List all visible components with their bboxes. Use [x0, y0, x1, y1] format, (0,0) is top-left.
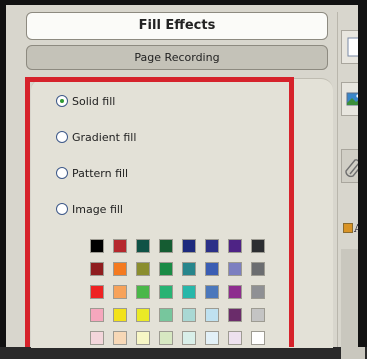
color-swatch[interactable]	[136, 262, 150, 276]
color-swatch[interactable]	[228, 285, 242, 299]
color-swatch[interactable]	[182, 262, 196, 276]
color-swatch[interactable]	[251, 331, 265, 345]
radio-selected-icon[interactable]	[56, 95, 68, 107]
option-pattern-fill[interactable]: Pattern fill	[56, 165, 128, 181]
color-swatch[interactable]	[159, 308, 173, 322]
color-swatch[interactable]	[159, 262, 173, 276]
color-swatch[interactable]	[205, 285, 219, 299]
color-swatch[interactable]	[251, 308, 265, 322]
color-swatch[interactable]	[113, 308, 127, 322]
color-swatch[interactable]	[136, 285, 150, 299]
color-swatch[interactable]	[90, 331, 104, 345]
color-swatch[interactable]	[90, 308, 104, 322]
color-swatch[interactable]	[228, 239, 242, 253]
radio-icon[interactable]	[56, 203, 68, 215]
color-swatch[interactable]	[228, 331, 242, 345]
color-swatch[interactable]	[251, 262, 265, 276]
color-swatch[interactable]	[113, 331, 127, 345]
page-recording-button[interactable]: Page Recording	[26, 45, 328, 70]
color-swatch[interactable]	[205, 308, 219, 322]
radio-icon[interactable]	[56, 167, 68, 179]
color-swatch[interactable]	[251, 239, 265, 253]
color-swatch[interactable]	[90, 285, 104, 299]
grid-icon	[343, 223, 353, 233]
color-swatch[interactable]	[90, 239, 104, 253]
option-label: Gradient fill	[72, 130, 137, 144]
color-swatch[interactable]	[136, 308, 150, 322]
color-swatch[interactable]	[182, 285, 196, 299]
option-gradient-fill[interactable]: Gradient fill	[56, 129, 136, 145]
color-swatch[interactable]	[159, 239, 173, 253]
option-solid-fill[interactable]: Solid fill	[56, 93, 115, 109]
color-swatch[interactable]	[182, 331, 196, 345]
color-swatch[interactable]	[205, 239, 219, 253]
color-swatch[interactable]	[136, 331, 150, 345]
option-image-fill[interactable]: Image fill	[56, 201, 123, 217]
fill-effects-header-button[interactable]: Fill Effects	[26, 12, 328, 40]
color-swatch[interactable]	[228, 308, 242, 322]
color-swatch[interactable]	[113, 239, 127, 253]
color-swatch[interactable]	[90, 262, 104, 276]
color-swatch[interactable]	[205, 331, 219, 345]
option-label: Solid fill	[72, 94, 116, 108]
color-swatch[interactable]	[228, 262, 242, 276]
option-label: Pattern fill	[72, 166, 129, 180]
option-label: Image fill	[72, 202, 123, 216]
color-swatch[interactable]	[159, 285, 173, 299]
color-swatch[interactable]	[182, 239, 196, 253]
color-swatch[interactable]	[113, 285, 127, 299]
color-swatch[interactable]	[113, 262, 127, 276]
color-swatch[interactable]	[205, 262, 219, 276]
radio-icon[interactable]	[56, 131, 68, 143]
window-edge	[358, 0, 367, 347]
color-swatch[interactable]	[251, 285, 265, 299]
color-swatch[interactable]	[159, 331, 173, 345]
color-swatch[interactable]	[136, 239, 150, 253]
color-swatch[interactable]	[182, 308, 196, 322]
